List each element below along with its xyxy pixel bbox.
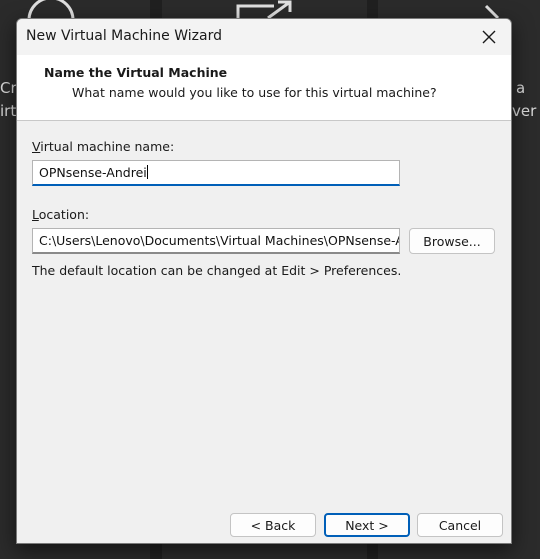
next-button[interactable]: Next > — [324, 513, 410, 537]
globe-icon — [27, 0, 75, 20]
header-title: Name the Virtual Machine — [44, 65, 228, 80]
location-input[interactable]: C:\Users\Lenovo\Documents\Virtual Machin… — [32, 228, 400, 254]
title-bar[interactable]: New Virtual Machine Wizard — [17, 19, 511, 55]
header-subtitle: What name would you like to use for this… — [72, 85, 437, 100]
close-icon — [482, 30, 496, 44]
background-text-left-top: Cr — [0, 79, 17, 97]
background-text-right-bottom: ver — [512, 102, 537, 120]
new-vm-wizard-dialog: New Virtual Machine Wizard Name the Virt… — [16, 18, 512, 544]
back-button[interactable]: < Back — [230, 513, 316, 537]
cancel-button[interactable]: Cancel — [417, 513, 503, 537]
close-button[interactable] — [467, 19, 511, 55]
location-label: Location: — [32, 207, 90, 222]
background-text-left-bottom: irt — [0, 102, 17, 120]
background-text-right-top: a — [516, 79, 526, 97]
vm-name-value: OPNsense-Andrei — [39, 165, 147, 180]
text-caret — [146, 165, 148, 179]
default-location-hint: The default location can be changed at E… — [32, 263, 402, 278]
browse-button[interactable]: Browse... — [409, 228, 495, 254]
vm-name-label: Virtual machine name: — [32, 139, 175, 154]
dialog-title: New Virtual Machine Wizard — [26, 28, 222, 44]
vm-name-input[interactable]: OPNsense-Andrei — [32, 160, 400, 186]
wizard-header: Name the Virtual Machine What name would… — [17, 55, 511, 121]
location-value: C:\Users\Lenovo\Documents\Virtual Machin… — [39, 233, 400, 248]
